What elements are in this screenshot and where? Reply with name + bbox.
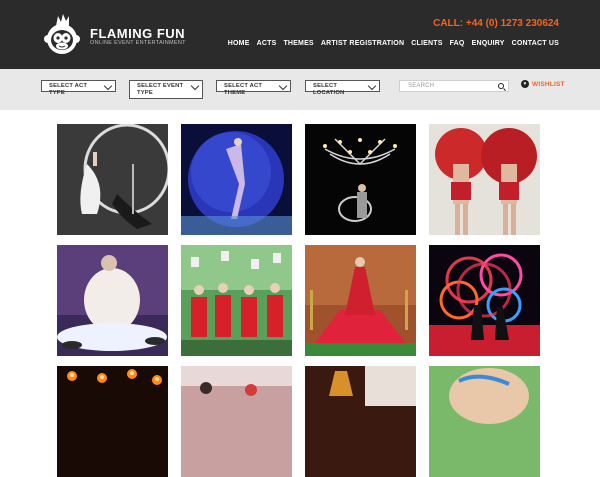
act-tile-flame-dancer[interactable]: [305, 366, 416, 477]
phone-number[interactable]: CALL: +44 (0) 1273 230624: [433, 18, 559, 29]
nav-contact-us[interactable]: CONTACT US: [512, 40, 559, 47]
heart-icon: ♥: [521, 80, 529, 88]
wishlist-link[interactable]: ♥ WISHLIST: [521, 80, 565, 88]
act-theme-select[interactable]: SELECT ACT THEME: [216, 80, 291, 96]
act-type-select[interactable]: SELECT ACT TYPE: [41, 80, 116, 96]
location-select[interactable]: SELECT LOCATION: [305, 80, 380, 96]
monkey-flame-logo[interactable]: [42, 12, 82, 56]
nav-clients[interactable]: CLIENTS: [411, 40, 442, 47]
event-type-select[interactable]: SELECT EVENT TYPE: [129, 80, 203, 99]
search-placeholder: SEARCH: [408, 83, 435, 89]
chevron-down-icon: [190, 81, 200, 91]
act-tile-showgirls-red-feathers[interactable]: [429, 124, 540, 235]
nav-artist-registration[interactable]: ARTIST REGISTRATION: [321, 40, 404, 47]
act-tile-living-table-performer[interactable]: [57, 245, 168, 356]
nav-faq[interactable]: FAQ: [450, 40, 465, 47]
act-tile-led-hula-hoops[interactable]: [429, 245, 540, 356]
act-tile-zorb-ball-performer[interactable]: [181, 124, 292, 235]
act-tile-face-painting[interactable]: [429, 366, 540, 477]
search-input[interactable]: SEARCH: [399, 80, 509, 92]
search-icon[interactable]: [498, 83, 504, 89]
chevron-down-icon: [278, 81, 288, 91]
nav-themes[interactable]: THEMES: [283, 40, 313, 47]
chevron-down-icon: [367, 81, 377, 91]
act-tile-party-performers[interactable]: [181, 366, 292, 477]
location-select-label: SELECT LOCATION: [313, 83, 345, 96]
brand-tagline: ONLINE EVENT ENTERTAINMENT: [90, 40, 186, 46]
site-header: FLAMING FUN ONLINE EVENT ENTERTAINMENT C…: [0, 0, 600, 69]
nav-acts[interactable]: ACTS: [257, 40, 277, 47]
chevron-down-icon: [103, 81, 113, 91]
act-tile-red-carpet-dress[interactable]: [305, 245, 416, 356]
act-tile-aerial-hoop-dancer[interactable]: [57, 124, 168, 235]
nav-home[interactable]: HOME: [228, 40, 250, 47]
act-tile-red-dress-models[interactable]: [181, 245, 292, 356]
brand-name[interactable]: FLAMING FUN: [90, 26, 185, 41]
main-nav: HOME ACTS THEMES ARTIST REGISTRATION CLI…: [228, 40, 559, 47]
nav-enquiry[interactable]: ENQUIRY: [472, 40, 505, 47]
event-type-select-label: SELECT EVENT TYPE: [137, 83, 184, 96]
act-tile-fire-performers[interactable]: [57, 366, 168, 477]
act-tile-chandelier-aerialist[interactable]: [305, 124, 416, 235]
wishlist-label: WISHLIST: [532, 80, 565, 88]
